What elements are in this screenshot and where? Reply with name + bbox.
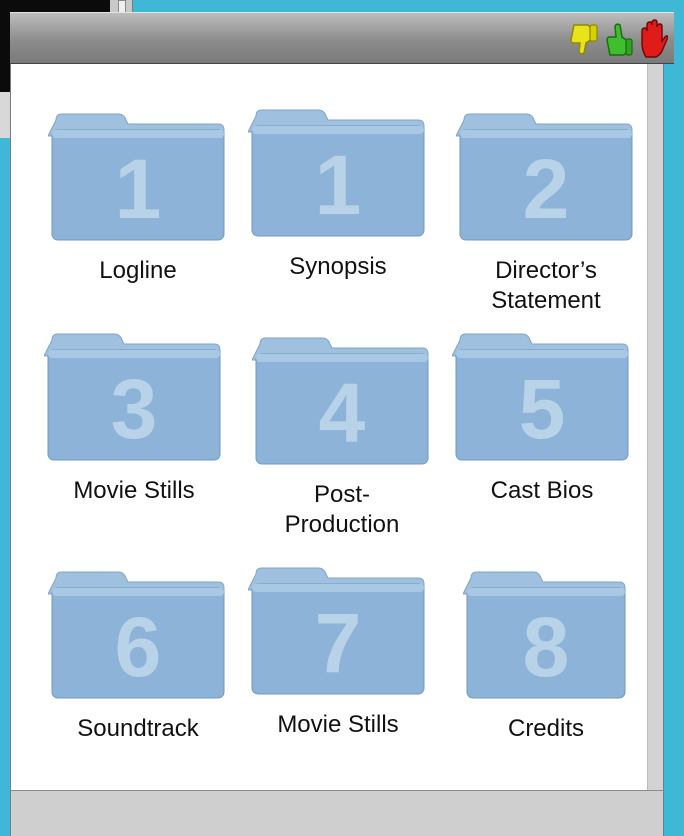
folder-label: Cast Bios bbox=[490, 477, 594, 504]
folder-item[interactable]: 5 Cast Bios bbox=[448, 326, 636, 506]
window-status-bar bbox=[10, 790, 664, 836]
folder-item[interactable]: 6 Soundtrack bbox=[44, 564, 232, 744]
window-toolbar bbox=[0, 12, 674, 64]
folder-icon: 3 bbox=[44, 333, 221, 461]
folder-number: 8 bbox=[523, 600, 570, 694]
folder-label: Credits bbox=[507, 715, 585, 742]
background-window-dark-corner bbox=[0, 12, 10, 92]
folder-label: Logline bbox=[99, 257, 177, 284]
folder-number: 2 bbox=[523, 142, 570, 236]
folder-item[interactable]: 3 Movie Stills bbox=[40, 326, 228, 506]
folder-icon: 1 bbox=[48, 113, 225, 241]
folder-icon: 1 bbox=[248, 109, 425, 237]
folder-number: 7 bbox=[315, 596, 362, 690]
folder-number: 4 bbox=[319, 366, 366, 460]
thumbs-up-icon[interactable] bbox=[604, 19, 634, 59]
vertical-scrollbar[interactable] bbox=[647, 64, 663, 790]
folder-item[interactable]: 8 Credits bbox=[452, 564, 640, 744]
stop-hand-icon[interactable] bbox=[638, 19, 669, 59]
toolbar-icons bbox=[570, 13, 669, 65]
folder-number: 1 bbox=[315, 138, 362, 232]
folder-number: 6 bbox=[115, 600, 162, 694]
folder-item[interactable]: 4 Post-Production bbox=[248, 330, 436, 540]
folder-icon: 7 bbox=[248, 567, 425, 695]
folder-item[interactable]: 1 Logline bbox=[44, 106, 232, 286]
folder-number: 3 bbox=[111, 362, 158, 456]
folder-icon: 8 bbox=[463, 571, 626, 699]
folder-item[interactable]: 2 Director’s Statement bbox=[452, 106, 640, 316]
folder-item[interactable]: 1 Synopsis bbox=[244, 102, 432, 282]
folder-item[interactable]: 7 Movie Stills bbox=[244, 560, 432, 740]
folder-number: 1 bbox=[115, 142, 162, 236]
folder-label: Movie Stills bbox=[73, 477, 195, 504]
folder-icon: 5 bbox=[452, 333, 629, 461]
thumbs-down-icon[interactable] bbox=[570, 19, 600, 59]
folder-icon: 6 bbox=[48, 571, 225, 699]
folder-icon: 2 bbox=[456, 113, 633, 241]
folder-label: Post-Production bbox=[284, 481, 400, 538]
folder-label: Synopsis bbox=[289, 253, 387, 280]
folder-label: Director’s Statement bbox=[491, 257, 601, 314]
folder-label: Movie Stills bbox=[277, 711, 399, 738]
folder-label: Soundtrack bbox=[77, 715, 199, 742]
folder-icon: 4 bbox=[252, 337, 429, 465]
folder-number: 5 bbox=[519, 362, 566, 456]
